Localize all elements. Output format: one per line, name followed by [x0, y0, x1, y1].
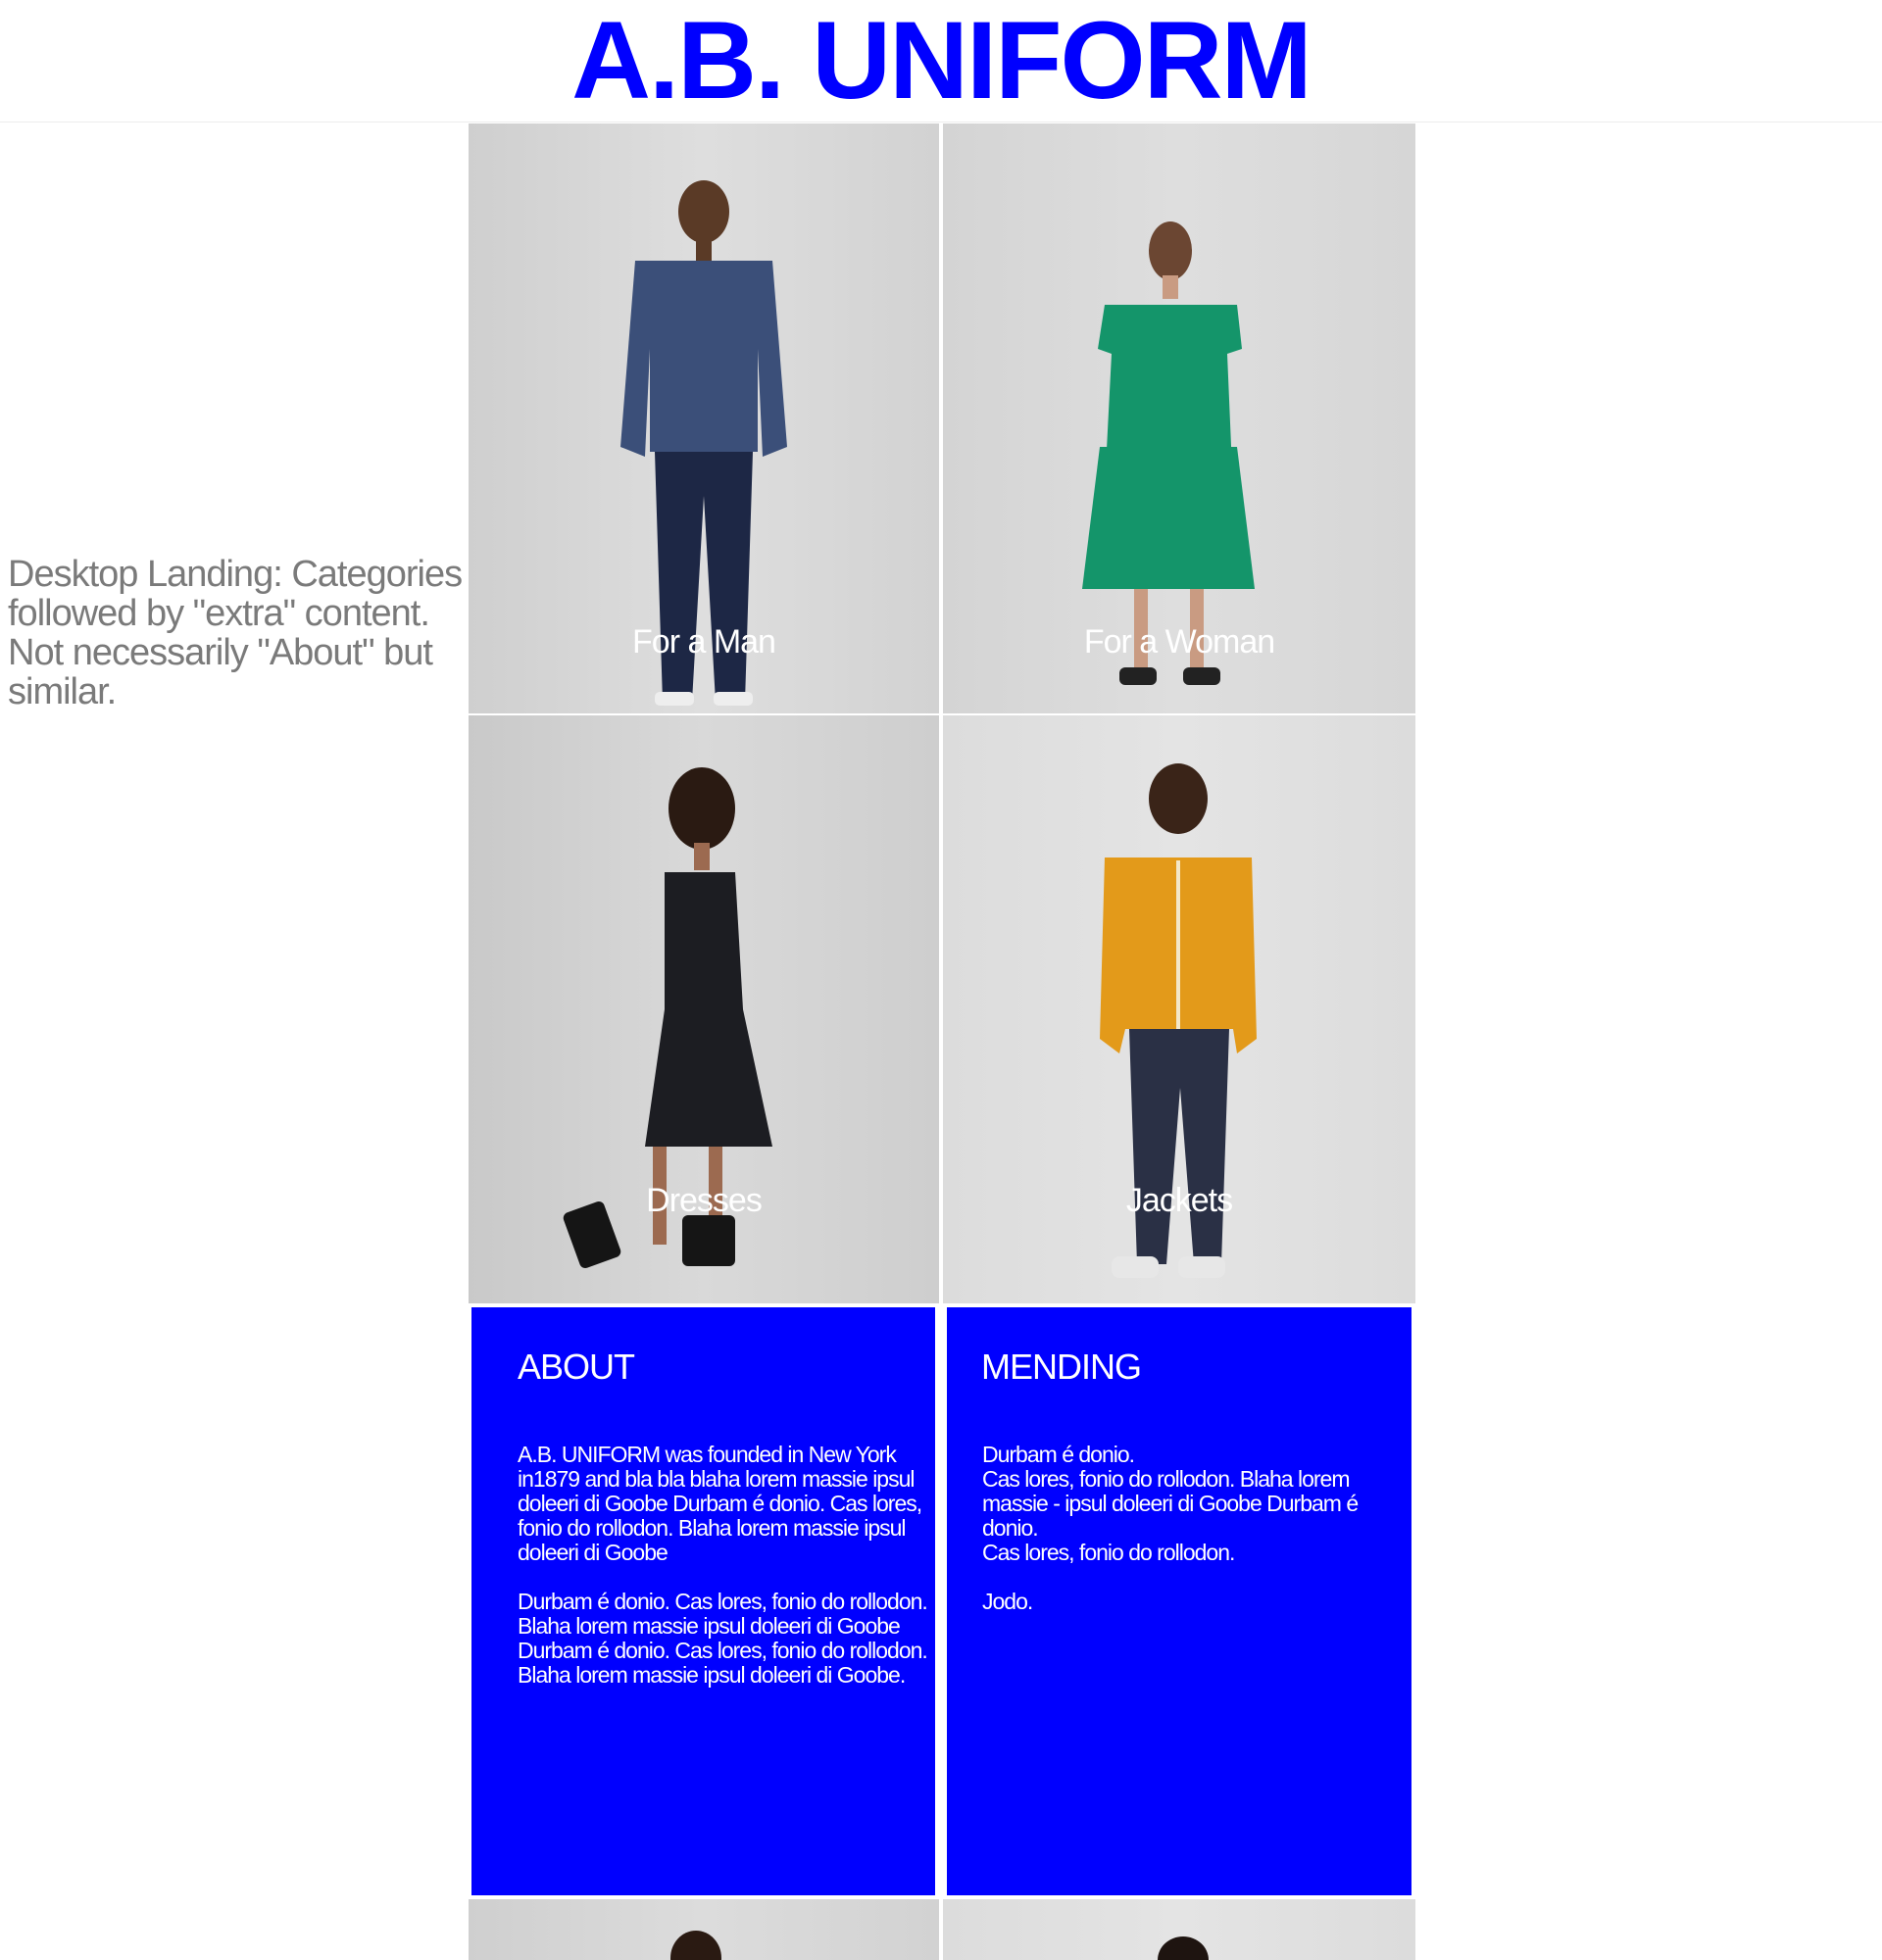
partial-model-photo-left: [670, 1931, 721, 1960]
category-label-dresses: Dresses: [646, 1182, 763, 1219]
design-annotation: Desktop Landing: Categories followed by …: [8, 554, 463, 712]
about-body: A.B. UNIFORM was founded in New York in1…: [518, 1442, 928, 1688]
category-label-man: For a Man: [632, 623, 776, 661]
mending-panel: MENDING Durbam é donio. Cas lores, fonio…: [947, 1307, 1412, 1895]
about-title: ABOUT: [518, 1347, 635, 1387]
category-tile-man[interactable]: For a Man: [469, 123, 939, 713]
category-tile-partial-right[interactable]: [943, 1899, 1415, 1960]
category-tile-partial-left[interactable]: [469, 1899, 939, 1960]
partial-model-photo-right: [1158, 1936, 1209, 1960]
brand-logo[interactable]: A.B. UNIFORM: [0, 6, 1882, 116]
category-tile-jackets[interactable]: Jackets: [943, 715, 1415, 1303]
category-tile-dresses[interactable]: Dresses: [469, 715, 939, 1303]
category-label-jackets: Jackets: [1125, 1182, 1233, 1219]
category-label-woman: For a Woman: [1083, 623, 1275, 661]
mending-body: Durbam é donio. Cas lores, fonio do roll…: [982, 1442, 1359, 1614]
about-panel: ABOUT A.B. UNIFORM was founded in New Yo…: [471, 1307, 935, 1895]
site-header: A.B. UNIFORM: [0, 0, 1882, 122]
mending-title: MENDING: [981, 1347, 1142, 1387]
category-tile-woman[interactable]: For a Woman: [943, 123, 1415, 713]
category-grid: For a Man For a Woman Dresses Jackets AB…: [469, 122, 1415, 1960]
